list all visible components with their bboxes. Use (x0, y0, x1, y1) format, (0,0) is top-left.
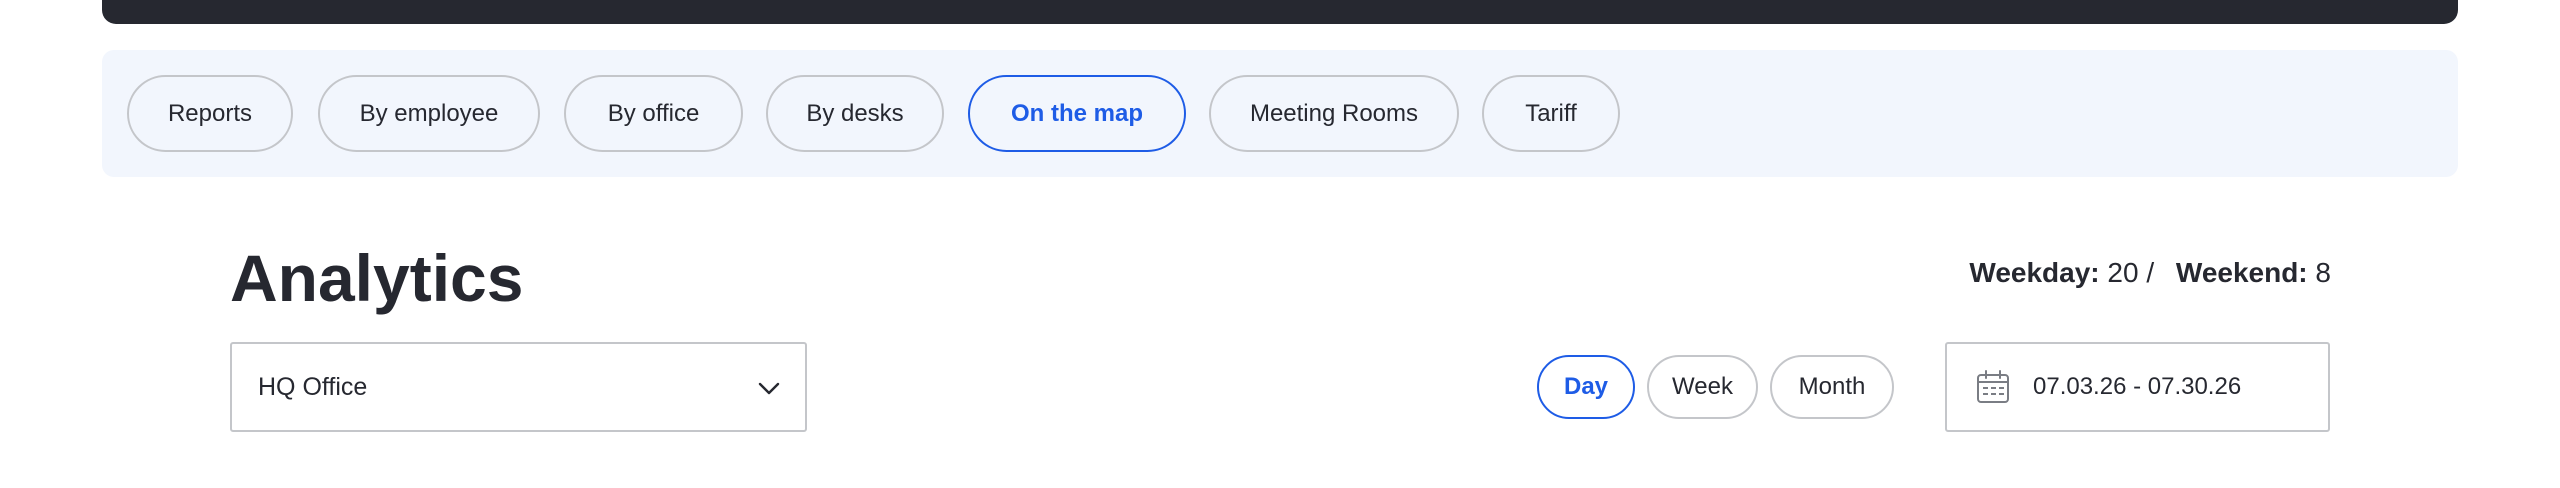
date-range-value: 07.03.26 - 07.30.26 (2033, 373, 2242, 400)
tab-reports[interactable]: Reports (127, 75, 293, 152)
period-day-button[interactable]: Day (1537, 355, 1635, 419)
analytics-tab-strip: Reports By employee By office By desks O… (102, 50, 2458, 177)
top-header-bar (102, 0, 2458, 24)
tab-meeting-rooms[interactable]: Meeting Rooms (1209, 75, 1459, 152)
tab-on-the-map[interactable]: On the map (968, 75, 1186, 152)
weekend-label: Weekend: (2175, 257, 2308, 288)
tab-by-employee[interactable]: By employee (318, 75, 540, 152)
weekday-label: Weekday: (1969, 257, 2100, 288)
tab-by-office[interactable]: By office (564, 75, 743, 152)
date-range-picker[interactable]: 07.03.26 - 07.30.26 (1945, 342, 2330, 432)
weekend-value: 8 (2315, 257, 2331, 288)
tab-tariff[interactable]: Tariff (1482, 75, 1620, 152)
chevron-down-icon (758, 382, 780, 395)
page-title: Analytics (230, 241, 524, 315)
weekday-value: 20 / (2107, 257, 2155, 288)
tab-by-desks[interactable]: By desks (766, 75, 944, 152)
office-select-value: HQ Office (258, 372, 368, 401)
period-week-button[interactable]: Week (1647, 355, 1758, 419)
day-type-counts: Weekday: 20 / Weekend: 8 (1969, 255, 2331, 291)
office-select[interactable]: HQ Office (230, 342, 807, 432)
calendar-icon (1977, 370, 2009, 403)
period-month-button[interactable]: Month (1770, 355, 1894, 419)
